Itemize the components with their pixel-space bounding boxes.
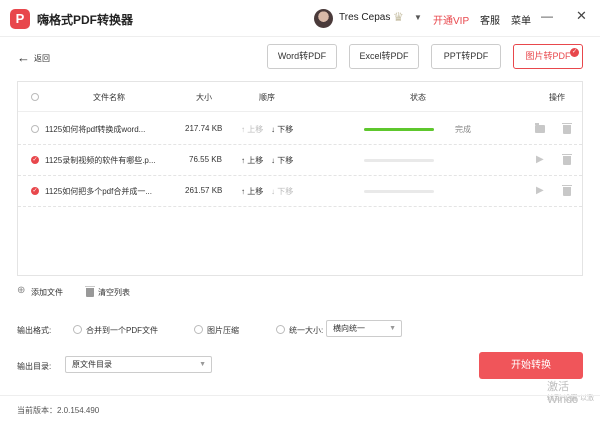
add-file-icon[interactable]: ⊕ bbox=[17, 285, 25, 296]
move-down-button[interactable]: ↓ 下移 bbox=[271, 186, 293, 197]
status-text: 完成 bbox=[455, 125, 471, 134]
word-to-pdf-button[interactable]: Word转PDF bbox=[267, 44, 337, 69]
table-row[interactable]: 1125如何将pdf转换成word... 217.74 KB ↑ 上移 ↓ 下移… bbox=[18, 114, 582, 145]
progress-bar bbox=[364, 128, 434, 131]
minimize-icon[interactable]: — bbox=[541, 9, 553, 23]
app-logo-icon: P bbox=[10, 9, 30, 29]
excel-to-pdf-button[interactable]: Excel转PDF bbox=[349, 44, 419, 69]
file-table: 文件名称 大小 顺序 状态 操作 1125如何将pdf转换成word... 21… bbox=[17, 81, 583, 276]
trash-icon[interactable] bbox=[562, 185, 572, 196]
output-dir-value: 原文件目录 bbox=[72, 360, 112, 369]
status-bar: 当前版本：2.0.154.490 bbox=[0, 395, 600, 421]
play-icon[interactable]: ▶ bbox=[536, 154, 544, 165]
chevron-down-icon[interactable]: ▼ bbox=[414, 13, 422, 22]
file-name: 1125录制视频的软件有哪些.p... bbox=[45, 156, 156, 165]
image-to-pdf-button[interactable]: 图片转PDF ✓ bbox=[513, 44, 583, 69]
table-row[interactable]: ✓ 1125录制视频的软件有哪些.p... 76.55 KB ↑ 上移 ↓ 下移… bbox=[18, 145, 582, 176]
back-arrow-icon[interactable]: ← bbox=[17, 50, 30, 65]
header-size: 大小 bbox=[196, 93, 212, 102]
output-format-label: 输出格式: bbox=[17, 326, 52, 335]
progress-bar bbox=[364, 190, 434, 193]
file-size: 261.57 KB bbox=[185, 186, 223, 195]
file-size: 217.74 KB bbox=[185, 124, 223, 133]
uniform-size-label[interactable]: 统一大小: bbox=[289, 325, 323, 336]
uniform-size-select[interactable]: 横向统一 ▼ bbox=[326, 320, 402, 337]
image-to-pdf-label: 图片转PDF bbox=[525, 51, 571, 61]
trash-icon[interactable] bbox=[562, 154, 572, 165]
play-icon[interactable]: ▶ bbox=[536, 185, 544, 196]
image-compress-radio[interactable] bbox=[194, 325, 203, 334]
row-select-radio[interactable]: ✓ bbox=[31, 187, 39, 195]
uniform-size-value: 横向统一 bbox=[333, 324, 365, 333]
progress-bar bbox=[364, 159, 434, 162]
folder-icon[interactable] bbox=[535, 123, 545, 133]
move-up-button[interactable]: ↑ 上移 bbox=[241, 186, 263, 197]
file-name: 1125如何把多个pdf合并成一... bbox=[45, 187, 152, 196]
avatar[interactable] bbox=[314, 9, 333, 28]
customer-service-link[interactable]: 客服 bbox=[480, 12, 500, 27]
row-select-radio[interactable] bbox=[31, 125, 39, 133]
uniform-size-radio[interactable] bbox=[276, 325, 285, 334]
start-convert-button[interactable]: 开始转换 bbox=[479, 352, 583, 379]
move-up-button[interactable]: ↑ 上移 bbox=[241, 155, 263, 166]
menu-link[interactable]: 菜单 bbox=[511, 12, 531, 27]
username[interactable]: Tres Cepas bbox=[339, 12, 390, 23]
table-header: 文件名称 大小 顺序 状态 操作 bbox=[18, 82, 582, 112]
trash-icon[interactable] bbox=[562, 123, 572, 134]
header-order: 顺序 bbox=[259, 93, 275, 102]
title-bar: P 嗨格式PDF转换器 Tres Cepas ♛ ▼ 开通VIP 客服 菜单 —… bbox=[0, 0, 600, 37]
ppt-to-pdf-button[interactable]: PPT转PDF bbox=[431, 44, 501, 69]
image-compress-label[interactable]: 图片压缩 bbox=[207, 325, 239, 336]
merge-pdf-radio[interactable] bbox=[73, 325, 82, 334]
move-down-button[interactable]: ↓ 下移 bbox=[271, 124, 293, 135]
add-file-button[interactable]: 添加文件 bbox=[31, 287, 63, 298]
crown-icon: ♛ bbox=[393, 10, 404, 24]
chevron-down-icon: ▼ bbox=[199, 361, 206, 368]
app-title: 嗨格式PDF转换器 bbox=[37, 13, 134, 27]
move-up-button[interactable]: ↑ 上移 bbox=[241, 124, 263, 135]
file-size: 76.55 KB bbox=[189, 155, 222, 164]
merge-pdf-label[interactable]: 合并到一个PDF文件 bbox=[86, 325, 158, 336]
clear-list-icon[interactable] bbox=[85, 286, 95, 297]
progress-fill bbox=[364, 128, 434, 131]
file-name: 1125如何将pdf转换成word... bbox=[45, 125, 146, 134]
open-vip-link[interactable]: 开通VIP bbox=[433, 12, 469, 27]
output-dir-select[interactable]: 原文件目录 ▼ bbox=[65, 356, 212, 373]
chevron-down-icon: ▼ bbox=[389, 325, 396, 332]
selected-check-icon: ✓ bbox=[570, 48, 579, 57]
close-icon[interactable]: ✕ bbox=[576, 8, 587, 24]
table-row[interactable]: ✓ 1125如何把多个pdf合并成一... 261.57 KB ↑ 上移 ↓ 下… bbox=[18, 176, 582, 207]
clear-list-button[interactable]: 清空列表 bbox=[98, 287, 130, 298]
version-text: 当前版本：2.0.154.490 bbox=[17, 406, 100, 415]
header-action: 操作 bbox=[549, 93, 565, 102]
back-button[interactable]: 返回 bbox=[34, 53, 50, 64]
output-dir-label: 输出目录: bbox=[17, 362, 52, 371]
select-all-radio[interactable] bbox=[31, 93, 39, 101]
row-select-radio[interactable]: ✓ bbox=[31, 156, 39, 164]
header-status: 状态 bbox=[410, 93, 426, 102]
move-down-button[interactable]: ↓ 下移 bbox=[271, 155, 293, 166]
header-name: 文件名称 bbox=[93, 93, 125, 102]
